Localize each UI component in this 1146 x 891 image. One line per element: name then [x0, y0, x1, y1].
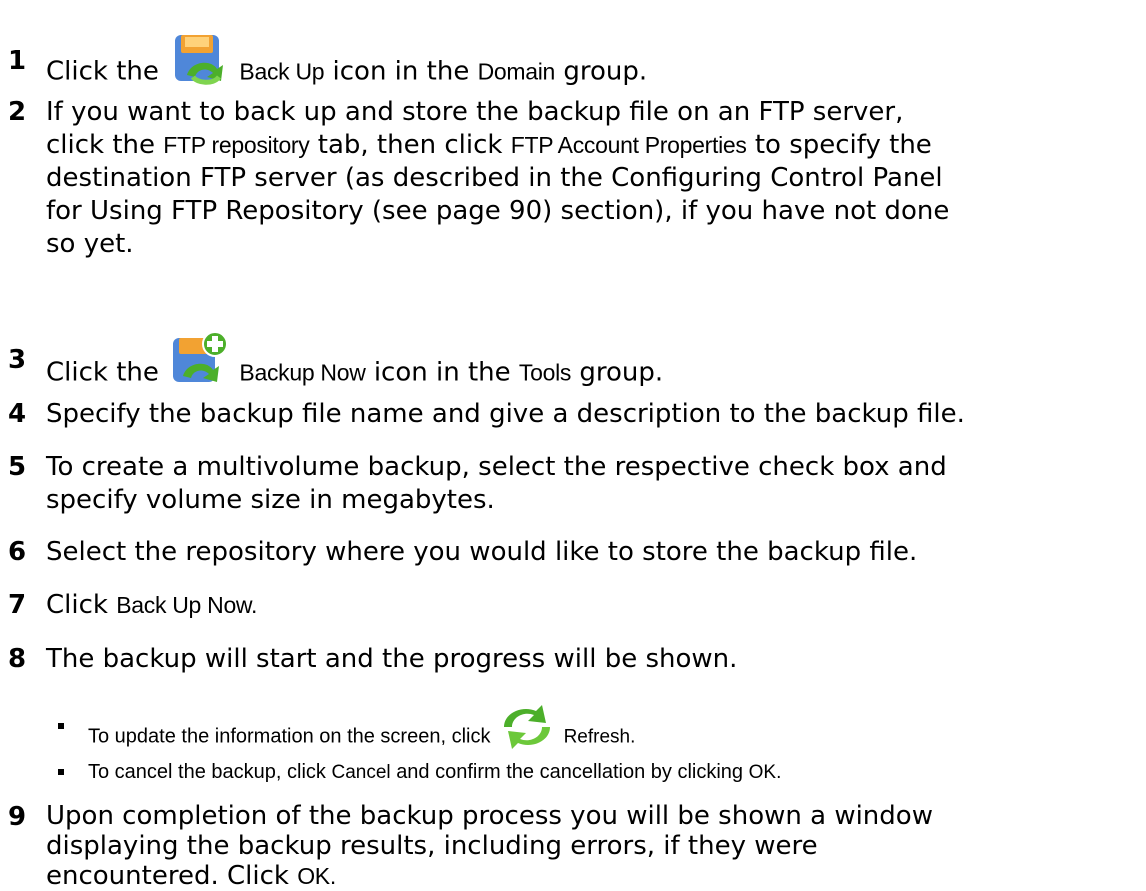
bullet-text: To update the information on the screen,… — [88, 705, 1140, 763]
backup-disk-icon — [167, 33, 231, 87]
bullet-text: To cancel the backup, click Cancel and c… — [88, 761, 782, 783]
bullet-mark — [58, 723, 64, 729]
step-text: Click Back Up Now. — [46, 590, 258, 620]
step-number: 6 — [8, 537, 27, 567]
step-number: 1 — [8, 46, 27, 76]
step-text: Click the Backup Now icon in the Tools g… — [46, 331, 1140, 402]
step-text: If you want to back up and store the bac… — [46, 97, 950, 259]
step-text: Upon completion of the backup process yo… — [46, 801, 933, 891]
step-number: 4 — [8, 399, 27, 429]
refresh-icon — [496, 701, 558, 753]
step-number: 2 — [8, 97, 27, 127]
step-number: 8 — [8, 644, 27, 674]
step-number: 7 — [8, 590, 27, 620]
step-text: The backup will start and the progress w… — [46, 644, 738, 674]
step-number: 9 — [8, 802, 27, 832]
step-text: Click the Back Up icon in the Domain gro… — [46, 35, 1140, 99]
step-text: Specify the backup file name and give a … — [46, 399, 965, 429]
step-text: Select the repository where you would li… — [46, 537, 918, 567]
step-number: 5 — [8, 452, 27, 482]
step-text: To create a multivolume backup, select t… — [46, 452, 947, 515]
bullet-mark — [58, 769, 64, 775]
backup-now-icon — [167, 330, 231, 388]
step-number: 3 — [8, 345, 27, 375]
